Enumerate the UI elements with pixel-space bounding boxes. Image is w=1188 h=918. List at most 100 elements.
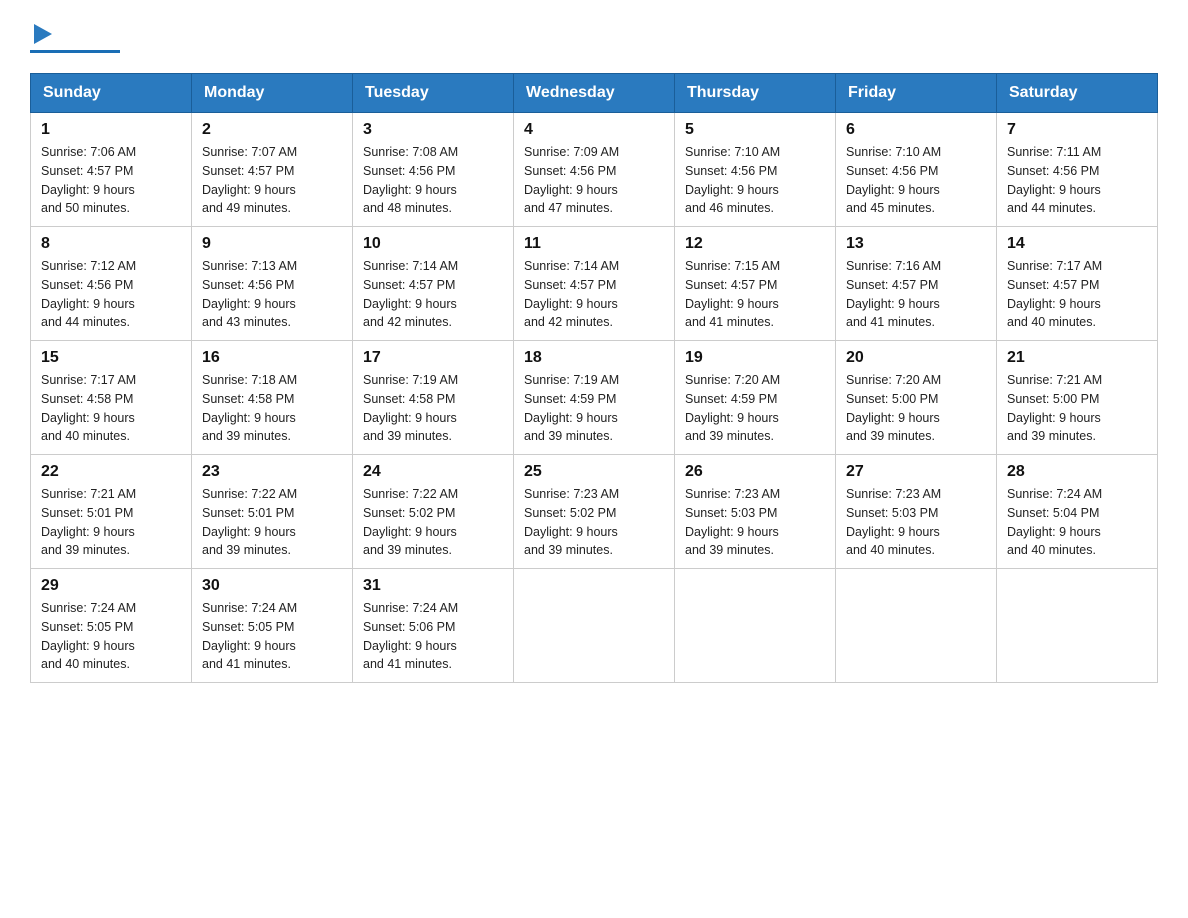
calendar-cell: 8 Sunrise: 7:12 AMSunset: 4:56 PMDaylight…	[31, 227, 192, 341]
day-number: 7	[1007, 121, 1147, 139]
calendar-cell: 24 Sunrise: 7:22 AMSunset: 5:02 PMDayligh…	[353, 455, 514, 569]
day-number: 24	[363, 463, 503, 481]
calendar-cell	[997, 569, 1158, 683]
day-info: Sunrise: 7:23 AMSunset: 5:03 PMDaylight:…	[685, 485, 825, 560]
day-info: Sunrise: 7:24 AMSunset: 5:05 PMDaylight:…	[41, 599, 181, 674]
calendar-cell: 2 Sunrise: 7:07 AMSunset: 4:57 PMDaylight…	[192, 113, 353, 227]
day-info: Sunrise: 7:21 AMSunset: 5:00 PMDaylight:…	[1007, 371, 1147, 446]
day-info: Sunrise: 7:13 AMSunset: 4:56 PMDaylight:…	[202, 257, 342, 332]
day-number: 30	[202, 577, 342, 595]
weekday-header-thursday: Thursday	[675, 74, 836, 113]
calendar-cell: 19 Sunrise: 7:20 AMSunset: 4:59 PMDayligh…	[675, 341, 836, 455]
calendar-cell: 4 Sunrise: 7:09 AMSunset: 4:56 PMDaylight…	[514, 113, 675, 227]
logo-arrow-icon	[34, 20, 62, 48]
day-info: Sunrise: 7:23 AMSunset: 5:02 PMDaylight:…	[524, 485, 664, 560]
calendar-cell: 17 Sunrise: 7:19 AMSunset: 4:58 PMDayligh…	[353, 341, 514, 455]
day-info: Sunrise: 7:18 AMSunset: 4:58 PMDaylight:…	[202, 371, 342, 446]
day-info: Sunrise: 7:19 AMSunset: 4:58 PMDaylight:…	[363, 371, 503, 446]
calendar-week-row: 22Sunrise: 7:21 AMSunset: 5:01 PMDayligh…	[31, 455, 1158, 569]
calendar-cell: 14 Sunrise: 7:17 AMSunset: 4:57 PMDayligh…	[997, 227, 1158, 341]
day-number: 5	[685, 121, 825, 139]
calendar-cell	[836, 569, 997, 683]
day-info: Sunrise: 7:12 AMSunset: 4:56 PMDaylight:…	[41, 257, 181, 332]
weekday-header-row: SundayMondayTuesdayWednesdayThursdayFrid…	[31, 74, 1158, 113]
day-info: Sunrise: 7:06 AMSunset: 4:57 PMDaylight:…	[41, 143, 181, 218]
day-number: 26	[685, 463, 825, 481]
calendar-cell: 25Sunrise: 7:23 AMSunset: 5:02 PMDayligh…	[514, 455, 675, 569]
calendar-week-row: 29Sunrise: 7:24 AMSunset: 5:05 PMDayligh…	[31, 569, 1158, 683]
day-info: Sunrise: 7:16 AMSunset: 4:57 PMDaylight:…	[846, 257, 986, 332]
day-number: 27	[846, 463, 986, 481]
day-number: 23	[202, 463, 342, 481]
calendar-week-row: 15 Sunrise: 7:17 AMSunset: 4:58 PMDayligh…	[31, 341, 1158, 455]
calendar-cell: 27Sunrise: 7:23 AMSunset: 5:03 PMDayligh…	[836, 455, 997, 569]
day-info: Sunrise: 7:17 AMSunset: 4:57 PMDaylight:…	[1007, 257, 1147, 332]
calendar-cell: 26 Sunrise: 7:23 AMSunset: 5:03 PMDayligh…	[675, 455, 836, 569]
logo-underline	[30, 50, 120, 53]
day-info: Sunrise: 7:22 AMSunset: 5:02 PMDaylight:…	[363, 485, 503, 560]
day-info: Sunrise: 7:20 AMSunset: 5:00 PMDaylight:…	[846, 371, 986, 446]
calendar-cell: 9 Sunrise: 7:13 AMSunset: 4:56 PMDaylight…	[192, 227, 353, 341]
calendar-cell: 23 Sunrise: 7:22 AMSunset: 5:01 PMDayligh…	[192, 455, 353, 569]
calendar-cell: 1 Sunrise: 7:06 AMSunset: 4:57 PMDaylight…	[31, 113, 192, 227]
day-info: Sunrise: 7:21 AMSunset: 5:01 PMDaylight:…	[41, 485, 181, 560]
day-number: 21	[1007, 349, 1147, 367]
day-info: Sunrise: 7:17 AMSunset: 4:58 PMDaylight:…	[41, 371, 181, 446]
calendar-header: SundayMondayTuesdayWednesdayThursdayFrid…	[31, 74, 1158, 113]
day-number: 8	[41, 235, 181, 253]
day-info: Sunrise: 7:07 AMSunset: 4:57 PMDaylight:…	[202, 143, 342, 218]
day-number: 12	[685, 235, 825, 253]
weekday-header-tuesday: Tuesday	[353, 74, 514, 113]
calendar-cell: 3Sunrise: 7:08 AMSunset: 4:56 PMDaylight…	[353, 113, 514, 227]
day-info: Sunrise: 7:24 AMSunset: 5:06 PMDaylight:…	[363, 599, 503, 674]
calendar-cell: 31Sunrise: 7:24 AMSunset: 5:06 PMDayligh…	[353, 569, 514, 683]
day-number: 6	[846, 121, 986, 139]
weekday-header-wednesday: Wednesday	[514, 74, 675, 113]
calendar-cell: 6 Sunrise: 7:10 AMSunset: 4:56 PMDaylight…	[836, 113, 997, 227]
calendar-cell: 29Sunrise: 7:24 AMSunset: 5:05 PMDayligh…	[31, 569, 192, 683]
day-number: 11	[524, 235, 664, 253]
day-info: Sunrise: 7:11 AMSunset: 4:56 PMDaylight:…	[1007, 143, 1147, 218]
calendar-cell: 12Sunrise: 7:15 AMSunset: 4:57 PMDayligh…	[675, 227, 836, 341]
day-number: 17	[363, 349, 503, 367]
day-number: 13	[846, 235, 986, 253]
day-info: Sunrise: 7:08 AMSunset: 4:56 PMDaylight:…	[363, 143, 503, 218]
day-number: 2	[202, 121, 342, 139]
day-info: Sunrise: 7:14 AMSunset: 4:57 PMDaylight:…	[363, 257, 503, 332]
day-info: Sunrise: 7:19 AMSunset: 4:59 PMDaylight:…	[524, 371, 664, 446]
day-info: Sunrise: 7:22 AMSunset: 5:01 PMDaylight:…	[202, 485, 342, 560]
calendar-cell: 22Sunrise: 7:21 AMSunset: 5:01 PMDayligh…	[31, 455, 192, 569]
day-number: 10	[363, 235, 503, 253]
calendar-week-row: 8 Sunrise: 7:12 AMSunset: 4:56 PMDaylight…	[31, 227, 1158, 341]
day-info: Sunrise: 7:10 AMSunset: 4:56 PMDaylight:…	[685, 143, 825, 218]
calendar-table: SundayMondayTuesdayWednesdayThursdayFrid…	[30, 73, 1158, 683]
weekday-header-sunday: Sunday	[31, 74, 192, 113]
calendar-cell: 7 Sunrise: 7:11 AMSunset: 4:56 PMDaylight…	[997, 113, 1158, 227]
day-info: Sunrise: 7:10 AMSunset: 4:56 PMDaylight:…	[846, 143, 986, 218]
calendar-cell: 16Sunrise: 7:18 AMSunset: 4:58 PMDayligh…	[192, 341, 353, 455]
day-info: Sunrise: 7:24 AMSunset: 5:05 PMDaylight:…	[202, 599, 342, 674]
calendar-cell: 30 Sunrise: 7:24 AMSunset: 5:05 PMDayligh…	[192, 569, 353, 683]
calendar-cell: 13 Sunrise: 7:16 AMSunset: 4:57 PMDayligh…	[836, 227, 997, 341]
logo	[30, 20, 120, 53]
day-number: 4	[524, 121, 664, 139]
day-number: 19	[685, 349, 825, 367]
calendar-cell: 28 Sunrise: 7:24 AMSunset: 5:04 PMDayligh…	[997, 455, 1158, 569]
day-info: Sunrise: 7:24 AMSunset: 5:04 PMDaylight:…	[1007, 485, 1147, 560]
day-number: 14	[1007, 235, 1147, 253]
calendar-cell: 21 Sunrise: 7:21 AMSunset: 5:00 PMDayligh…	[997, 341, 1158, 455]
day-number: 1	[41, 121, 181, 139]
day-number: 9	[202, 235, 342, 253]
day-number: 20	[846, 349, 986, 367]
calendar-body: 1 Sunrise: 7:06 AMSunset: 4:57 PMDaylight…	[31, 113, 1158, 683]
day-info: Sunrise: 7:20 AMSunset: 4:59 PMDaylight:…	[685, 371, 825, 446]
day-number: 18	[524, 349, 664, 367]
day-info: Sunrise: 7:09 AMSunset: 4:56 PMDaylight:…	[524, 143, 664, 218]
calendar-cell: 10 Sunrise: 7:14 AMSunset: 4:57 PMDayligh…	[353, 227, 514, 341]
day-info: Sunrise: 7:14 AMSunset: 4:57 PMDaylight:…	[524, 257, 664, 332]
calendar-cell: 18 Sunrise: 7:19 AMSunset: 4:59 PMDayligh…	[514, 341, 675, 455]
day-number: 15	[41, 349, 181, 367]
page-header	[30, 20, 1158, 53]
day-number: 28	[1007, 463, 1147, 481]
calendar-cell	[514, 569, 675, 683]
